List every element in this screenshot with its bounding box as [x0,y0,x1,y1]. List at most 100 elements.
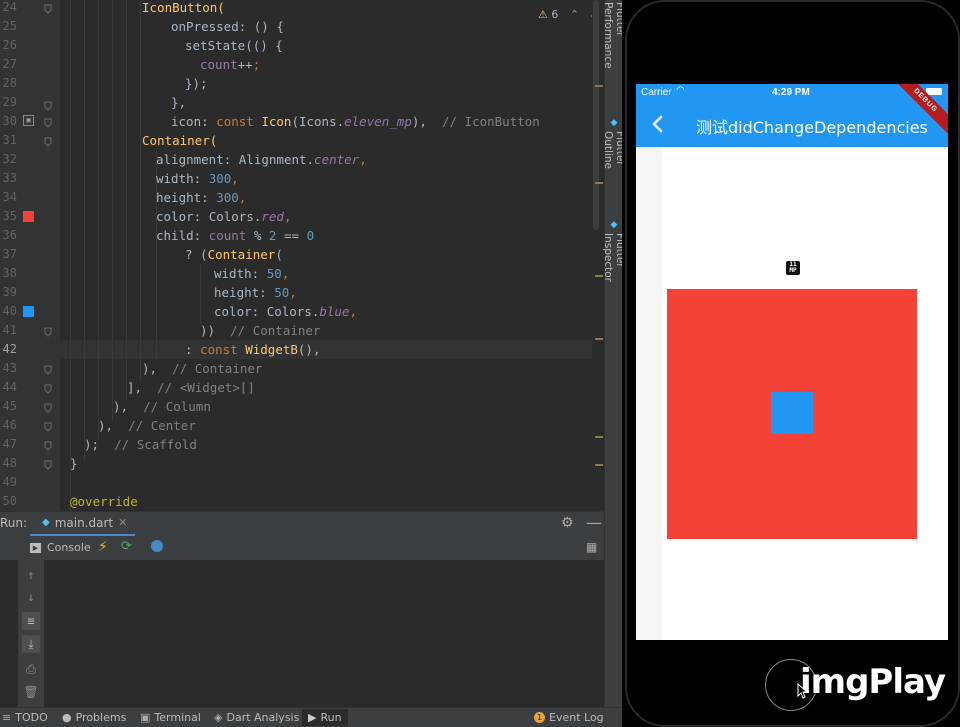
line-number: 43 [2,361,17,375]
line-number: 32 [2,152,17,166]
code-line-27: count++; [200,57,261,72]
console-tab[interactable]: ▶ Console [30,541,91,554]
info-icon: ● [62,711,72,724]
code-editor[interactable]: IconButton( onPressed: () { setState(() … [60,0,604,511]
scroll-to-end-icon[interactable]: ⤓ [22,635,40,653]
app-title: 测试didChangeDependencies [696,118,928,137]
back-arrow-icon[interactable] [648,114,668,134]
code-line-33: width: 300, [156,171,239,186]
editor-gutter: 24 25 26 27 28 29 30 31 32 33 34 35 36 3… [0,0,60,511]
right-tool-sidebar: Flutter Performance ◆ Flutter Outline ◆ Fl… [602,0,622,707]
code-line-36: child: count % 2 == 0 [156,228,315,243]
code-line-25: onPressed: () { [171,19,284,34]
dart-analysis-tab[interactable]: ◈ Dart Analysis [214,711,299,724]
line-number: 42 [2,342,17,356]
console-icon: ▶ [30,542,41,553]
line-number: 44 [2,380,17,394]
play-icon: ▶ [308,711,317,724]
line-number: 41 [2,323,17,337]
code-line-42: : const WidgetB(), [185,342,321,357]
terminal-tab[interactable]: ▣ Terminal [140,711,201,724]
warnings-indicator[interactable]: ⚠ 6 ⌃ ⌄ [538,8,598,21]
code-line-26: setState(() { [185,38,283,53]
console-output[interactable] [0,560,604,707]
flutter-icon: ◆ [609,220,619,230]
line-number: 27 [2,57,17,71]
eleven-mp-icon[interactable]: 11 MP [786,261,800,275]
color-swatch-blue-icon[interactable] [23,306,34,317]
gear-icon[interactable]: ⚙ [561,515,574,531]
color-swatch-red-icon[interactable] [23,211,34,222]
mouse-cursor-icon [797,683,807,699]
tab-flutter-inspector[interactable]: ◆ Flutter Inspector [602,220,622,315]
run-tab[interactable]: ▶ Run [302,709,348,726]
line-number: 25 [2,19,17,33]
line-number: 24 [2,0,17,14]
line-number: 50 [2,494,17,508]
code-line-47: ); // Scaffold [84,437,197,452]
console-toolbar: ▶ Console ⚡ ⟳ ▦ [0,536,604,560]
minimize-icon[interactable]: — [586,513,602,532]
print-icon[interactable]: ⎙ [22,660,40,678]
chevron-up-icon[interactable]: ⌃ [570,8,579,21]
code-line-37: ? (Container( [185,247,283,262]
page-transition-edge [636,147,662,640]
run-label: Run: [0,516,28,530]
trash-icon[interactable]: 🗑 [22,683,40,701]
line-number: 29 [2,95,17,109]
clock: 4:29 PM [772,87,810,98]
code-line-43: ), // Container [142,361,263,376]
problems-tab[interactable]: ● Problems [62,711,126,724]
code-line-48: } [70,456,78,471]
phone-screen: Carrier ◠ 4:29 PM 测试didChangeDependencie… [636,84,948,640]
line-number: 26 [2,38,17,52]
todo-tab[interactable]: ≡ TODO [2,711,48,724]
code-line-32: alignment: Alignment.center, [156,152,367,167]
code-line-46: ), // Center [98,418,196,433]
close-icon[interactable]: ✕ [118,512,127,534]
line-number: 48 [2,456,17,470]
console-side-toolbar: ↑ ↓ ≡ ⤓ ⎙ 🗑 [18,560,44,707]
line-number: 46 [2,418,17,432]
line-number: 28 [2,76,17,90]
devtools-icon[interactable] [151,540,163,552]
arrow-down-icon[interactable]: ↓ [22,588,40,606]
line-number: 31 [2,133,17,147]
line-number: 39 [2,285,17,299]
code-line-38: width: 50, [214,266,290,281]
warning-icon: ⚠ [538,8,548,21]
app-bar: Carrier ◠ 4:29 PM 测试didChangeDependencie… [636,84,948,147]
status-bar: ≡ TODO ● Problems ▣ Terminal ◈ Dart Analysis… [0,707,622,727]
wifi-icon: ◠ [676,85,685,96]
layout-icon[interactable]: ▦ [586,540,597,554]
fold-markers[interactable] [42,0,54,511]
line-number: 40 [2,304,17,318]
tab-main-dart[interactable]: ◆ main.dart ✕ [30,512,136,536]
code-line-40: color: Colors.blue, [214,304,358,319]
line-number: 49 [2,475,17,489]
line-number: 36 [2,228,17,242]
dart-icon: ◈ [214,711,223,724]
run-toolwindow-header: Run: ◆ main.dart ✕ ⚙ — [0,511,604,536]
code-line-24: IconButton( [142,0,225,15]
code-line-44: ], // <Widget>[] [127,380,255,395]
event-log-tab[interactable]: 1 Event Log [534,711,604,724]
flutter-icon: ◆ [42,517,50,528]
line-number: 45 [2,399,17,413]
event-badge-icon: 1 [534,712,545,723]
code-line-45: ), // Column [113,399,211,414]
code-line-35: color: Colors.red, [156,209,292,224]
soft-wrap-icon[interactable]: ≡ [22,612,40,630]
line-number: 47 [2,437,17,451]
tab-flutter-performance[interactable]: Flutter Performance [602,2,622,102]
hot-reload-icon[interactable]: ⚡ [98,539,108,555]
hot-restart-icon[interactable]: ⟳ [121,539,132,554]
arrow-up-icon[interactable]: ↑ [22,566,40,584]
flutter-icon: ◆ [609,118,619,128]
terminal-icon: ▣ [140,711,151,724]
tab-flutter-outline[interactable]: ◆ Flutter Outline [602,118,622,203]
code-line-34: height: 300, [156,190,247,205]
code-line-29: }, [171,95,187,110]
line-number: 38 [2,266,17,280]
icon-preview-icon[interactable]: ▣ [23,115,34,126]
